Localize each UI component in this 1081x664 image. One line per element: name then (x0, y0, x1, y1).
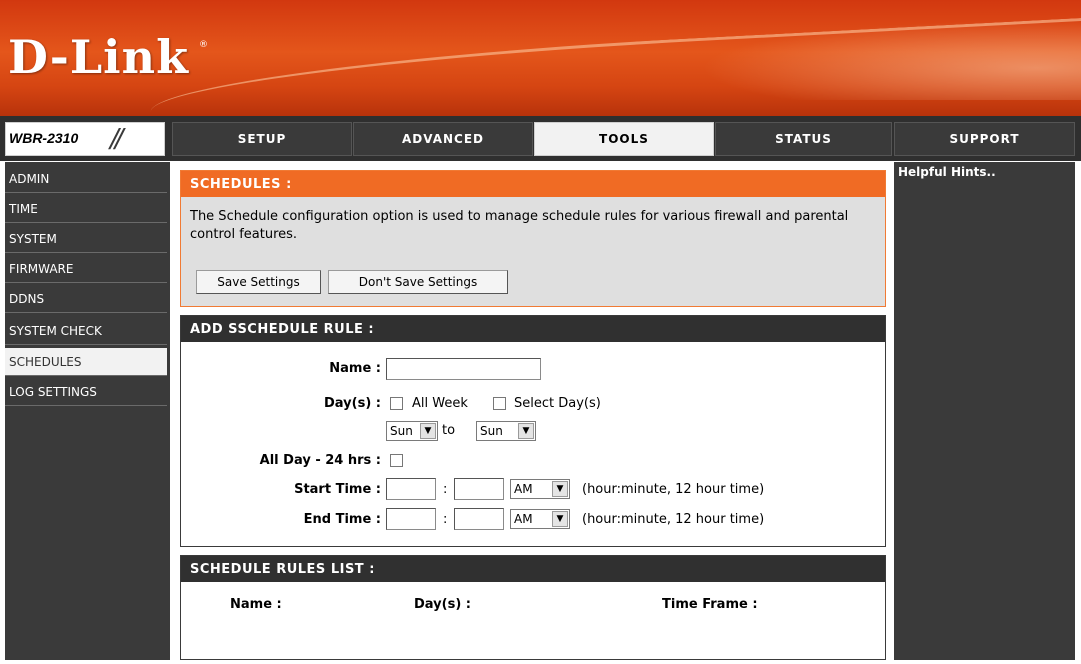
end-minute-input[interactable] (454, 508, 504, 530)
all-day-label: All Day - 24 hrs : (259, 453, 381, 468)
dont-save-settings-button[interactable]: Don't Save Settings (328, 270, 508, 294)
start-ampm-select[interactable]: AM ▼ (510, 479, 570, 499)
sidebar-item-firmware[interactable]: FIRMWARE (5, 255, 167, 283)
from-day-value: Sun (390, 424, 413, 438)
select-days-checkbox[interactable] (493, 397, 506, 410)
tab-setup[interactable]: SETUP (172, 122, 352, 156)
sidebar-item-system[interactable]: SYSTEM (5, 225, 167, 253)
to-day-value: Sun (480, 424, 503, 438)
end-ampm-select[interactable]: AM ▼ (510, 509, 570, 529)
tab-status[interactable]: STATUS (715, 122, 892, 156)
start-time-label: Start Time : (294, 482, 381, 497)
chevron-down-icon: ▼ (552, 481, 568, 497)
days-label: Day(s) : (324, 396, 381, 411)
tab-support[interactable]: SUPPORT (894, 122, 1075, 156)
name-input[interactable] (386, 358, 541, 380)
end-time-label: End Time : (303, 512, 381, 527)
select-days-label: Select Day(s) (514, 396, 601, 411)
schedules-description: The Schedule configuration option is use… (190, 209, 849, 242)
tab-tools[interactable]: TOOLS (534, 122, 714, 156)
from-day-select[interactable]: Sun ▼ (386, 421, 438, 441)
registered-mark: ® (199, 40, 208, 50)
helpful-hints-panel (894, 162, 1075, 660)
start-hour-input[interactable] (386, 478, 436, 500)
sidebar-item-log-settings[interactable]: LOG SETTINGS (5, 378, 167, 406)
add-schedule-rule-title: ADD SSCHEDULE RULE : (181, 316, 885, 342)
start-time-colon: : (443, 482, 448, 497)
end-time-hint: (hour:minute, 12 hour time) (582, 512, 765, 527)
sidebar-item-system-check[interactable]: SYSTEM CHECK (5, 317, 167, 345)
sidebar-item-admin[interactable]: ADMIN (5, 165, 167, 193)
save-settings-button[interactable]: Save Settings (196, 270, 321, 294)
sidebar-item-ddns[interactable]: DDNS (5, 285, 167, 313)
model-name: WBR-2310 (9, 130, 79, 146)
header-banner: D-Link ® (0, 0, 1081, 116)
column-header-days: Day(s) : (414, 597, 471, 612)
end-ampm-value: AM (514, 512, 533, 526)
column-header-time-frame: Time Frame : (662, 597, 758, 612)
model-badge: WBR-2310 // (5, 122, 165, 156)
start-time-hint: (hour:minute, 12 hour time) (582, 482, 765, 497)
chevron-down-icon: ▼ (420, 423, 436, 439)
schedules-title: SCHEDULES : (181, 171, 885, 197)
end-time-colon: : (443, 512, 448, 527)
chevron-down-icon: ▼ (552, 511, 568, 527)
all-week-label: All Week (412, 396, 468, 411)
to-label: to (442, 423, 456, 438)
tab-advanced[interactable]: ADVANCED (353, 122, 533, 156)
dlink-logo: D-Link (8, 30, 189, 84)
chevron-down-icon: ▼ (518, 423, 534, 439)
model-slashes: // (110, 124, 123, 154)
schedule-rules-list-title: SCHEDULE RULES LIST : (181, 556, 885, 582)
sidebar-item-schedules[interactable]: SCHEDULES (5, 348, 167, 376)
name-label: Name : (329, 361, 381, 376)
all-day-checkbox[interactable] (390, 454, 403, 467)
all-week-checkbox[interactable] (390, 397, 403, 410)
header-glow (700, 20, 1081, 100)
end-hour-input[interactable] (386, 508, 436, 530)
start-ampm-value: AM (514, 482, 533, 496)
helpful-hints-title: Helpful Hints.. (898, 165, 996, 179)
column-header-name: Name : (230, 597, 282, 612)
sidebar-item-time[interactable]: TIME (5, 195, 167, 223)
start-minute-input[interactable] (454, 478, 504, 500)
to-day-select[interactable]: Sun ▼ (476, 421, 536, 441)
